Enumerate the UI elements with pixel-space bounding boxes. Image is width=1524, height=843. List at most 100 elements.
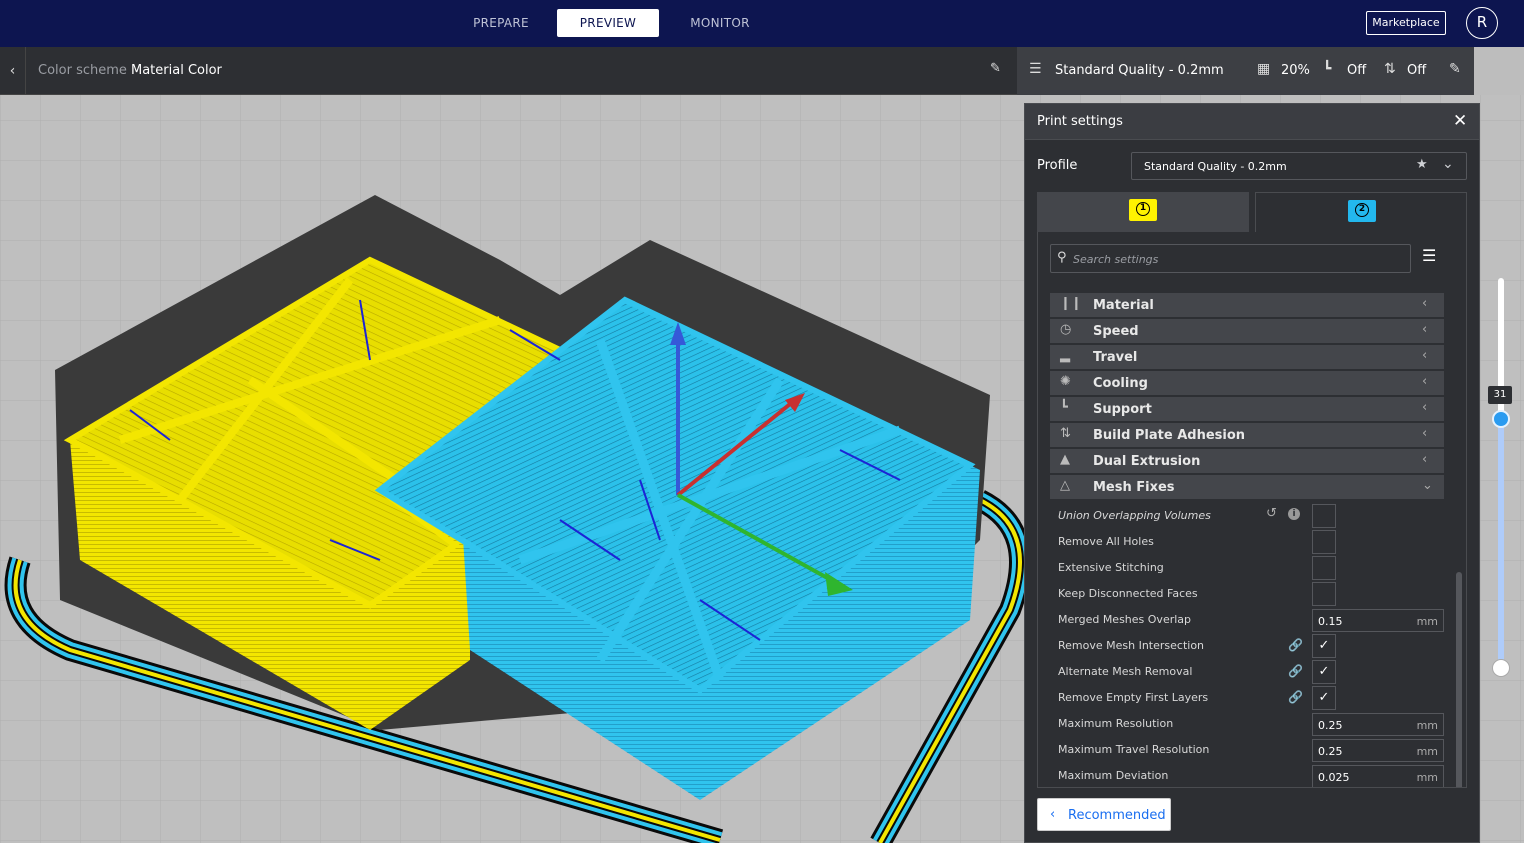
setting-merged-meshes-overlap: Merged Meshes Overlap 0.15 mm	[1058, 607, 1444, 633]
chevron-left-icon: ‹	[1422, 296, 1428, 311]
extruder-2-badge: 2	[1348, 200, 1376, 222]
info-icon[interactable]: i	[1288, 508, 1300, 520]
extruder-tab-1[interactable]: 1	[1037, 192, 1249, 232]
current-layer-label: 31	[1488, 386, 1512, 404]
panel-header: Print settings ✕	[1025, 104, 1479, 140]
layer-slider-range	[1498, 418, 1504, 668]
setting-label: Maximum Resolution	[1058, 717, 1174, 730]
link-icon: 🔗	[1288, 690, 1303, 704]
chevron-left-icon: ‹	[1422, 374, 1428, 389]
support-value: Off	[1347, 63, 1367, 78]
reset-icon[interactable]: ↺	[1266, 506, 1277, 521]
category-label: Material	[1093, 298, 1154, 313]
category-travel[interactable]: ▂ Travel ‹	[1050, 345, 1444, 369]
search-input[interactable]: ⚲ Search settings	[1050, 244, 1411, 273]
category-speed[interactable]: ◷ Speed ‹	[1050, 319, 1444, 343]
alternate-mesh-removal-checkbox[interactable]: ✓	[1312, 660, 1336, 684]
category-cooling[interactable]: ✺ Cooling ‹	[1050, 371, 1444, 395]
setting-label: Extensive Stitching	[1058, 561, 1164, 574]
layer-slider[interactable]: 31	[1488, 270, 1512, 680]
setting-remove-all-holes: Remove All Holes	[1058, 529, 1444, 555]
search-placeholder: Search settings	[1073, 253, 1159, 266]
chevron-left-icon: ‹	[1422, 452, 1428, 467]
travel-icon: ▂	[1060, 348, 1070, 363]
recommended-label: Recommended	[1068, 808, 1166, 823]
keep-disconnected-faces-checkbox[interactable]	[1312, 582, 1336, 606]
profile-label: Profile	[1037, 158, 1078, 173]
category-label: Dual Extrusion	[1093, 454, 1201, 469]
print-setup-summary[interactable]: ☰ Standard Quality - 0.2mm ▦ 20% ┗ Off ⇅…	[1017, 47, 1474, 95]
setting-label: Maximum Deviation	[1058, 769, 1169, 782]
chevron-down-icon: ⌄	[1442, 156, 1454, 172]
hamburger-menu-icon[interactable]: ☰	[1422, 248, 1436, 264]
tab-monitor[interactable]: MONITOR	[674, 9, 766, 37]
category-material[interactable]: ❙❙ Material ‹	[1050, 293, 1444, 317]
remove-empty-first-layers-checkbox[interactable]: ✓	[1312, 686, 1336, 710]
pencil-icon[interactable]: ✎	[1449, 61, 1461, 77]
star-icon[interactable]: ★	[1416, 157, 1428, 172]
support-icon: ┗	[1060, 400, 1068, 415]
color-scheme-label: Color scheme	[38, 63, 127, 78]
maximum-deviation-field[interactable]: 0.025 mm	[1312, 765, 1444, 787]
quality-profile-text: Standard Quality - 0.2mm	[1055, 63, 1224, 78]
layer-slider-lower-handle[interactable]	[1492, 659, 1510, 677]
maximum-resolution-field[interactable]: 0.25 mm	[1312, 713, 1444, 736]
setting-keep-disconnected-faces: Keep Disconnected Faces	[1058, 581, 1444, 607]
marketplace-button[interactable]: Marketplace	[1366, 11, 1446, 35]
field-unit: mm	[1416, 719, 1438, 732]
link-icon: 🔗	[1288, 664, 1303, 678]
extensive-stitching-checkbox[interactable]	[1312, 556, 1336, 580]
settings-scrollbar[interactable]	[1456, 572, 1462, 787]
print-settings-panel: Print settings ✕ Profile Standard Qualit…	[1024, 103, 1480, 843]
quality-layers-icon: ☰	[1029, 61, 1042, 77]
setting-maximum-resolution: Maximum Resolution 0.25 mm	[1058, 711, 1444, 737]
chevron-left-icon: ‹	[1422, 426, 1428, 441]
setting-label: Maximum Travel Resolution	[1058, 743, 1210, 756]
layer-slider-upper-handle[interactable]	[1492, 410, 1510, 428]
setting-label: Union Overlapping Volumes	[1058, 509, 1211, 522]
close-icon[interactable]: ✕	[1453, 111, 1467, 131]
field-unit: mm	[1416, 615, 1438, 628]
remove-mesh-intersection-checkbox[interactable]: ✓	[1312, 634, 1336, 658]
chevron-down-icon: ⌄	[1422, 478, 1433, 493]
setting-extensive-stitching: Extensive Stitching	[1058, 555, 1444, 581]
setting-label: Alternate Mesh Removal	[1058, 665, 1193, 678]
category-mesh-fixes[interactable]: △ Mesh Fixes ⌄	[1050, 475, 1444, 499]
extruder-1-number: 1	[1136, 202, 1150, 216]
extruder-tab-2[interactable]: 2	[1255, 192, 1467, 232]
dual-extrusion-icon: ▲	[1060, 452, 1070, 467]
color-scheme-bar[interactable]: ‹ Color scheme Material Color ✎	[0, 47, 1017, 95]
account-avatar[interactable]: R	[1466, 7, 1498, 39]
pencil-icon[interactable]: ✎	[990, 61, 1001, 76]
speed-icon: ◷	[1060, 322, 1072, 337]
extruder-2-number: 2	[1355, 203, 1369, 217]
extruder-1-badge: 1	[1129, 199, 1157, 221]
maximum-travel-resolution-field[interactable]: 0.25 mm	[1312, 739, 1444, 762]
category-label: Build Plate Adhesion	[1093, 428, 1246, 443]
top-navigation-bar: PREPARE PREVIEW MONITOR Marketplace R	[0, 0, 1524, 47]
category-label: Mesh Fixes	[1093, 480, 1175, 495]
tab-prepare[interactable]: PREPARE	[456, 9, 546, 37]
setting-remove-mesh-intersection: Remove Mesh Intersection 🔗 ✓	[1058, 633, 1444, 659]
link-icon: 🔗	[1288, 638, 1303, 652]
field-value: 0.15	[1318, 615, 1343, 628]
remove-all-holes-checkbox[interactable]	[1312, 530, 1336, 554]
color-scheme-value[interactable]: Material Color	[131, 63, 222, 78]
category-support[interactable]: ┗ Support ‹	[1050, 397, 1444, 421]
field-unit: mm	[1416, 771, 1438, 784]
category-dual-extrusion[interactable]: ▲ Dual Extrusion ‹	[1050, 449, 1444, 473]
profile-dropdown[interactable]: Standard Quality - 0.2mm ★ ⌄	[1131, 152, 1467, 180]
union-overlapping-volumes-checkbox[interactable]	[1312, 504, 1336, 528]
setting-label: Remove All Holes	[1058, 535, 1154, 548]
adhesion-value: Off	[1407, 63, 1427, 78]
collapse-chevron-icon[interactable]: ‹	[0, 47, 26, 95]
category-build-plate-adhesion[interactable]: ⇅ Build Plate Adhesion ‹	[1050, 423, 1444, 447]
field-unit: mm	[1416, 745, 1438, 758]
setting-label: Merged Meshes Overlap	[1058, 613, 1192, 626]
category-label: Support	[1093, 402, 1152, 417]
setting-maximum-travel-resolution: Maximum Travel Resolution 0.25 mm	[1058, 737, 1444, 763]
recommended-button[interactable]: ‹ Recommended	[1037, 798, 1171, 831]
tab-preview[interactable]: PREVIEW	[557, 9, 659, 37]
setting-union-overlapping-volumes: Union Overlapping Volumes ↺ i	[1058, 503, 1444, 529]
merged-meshes-overlap-field[interactable]: 0.15 mm	[1312, 609, 1444, 632]
